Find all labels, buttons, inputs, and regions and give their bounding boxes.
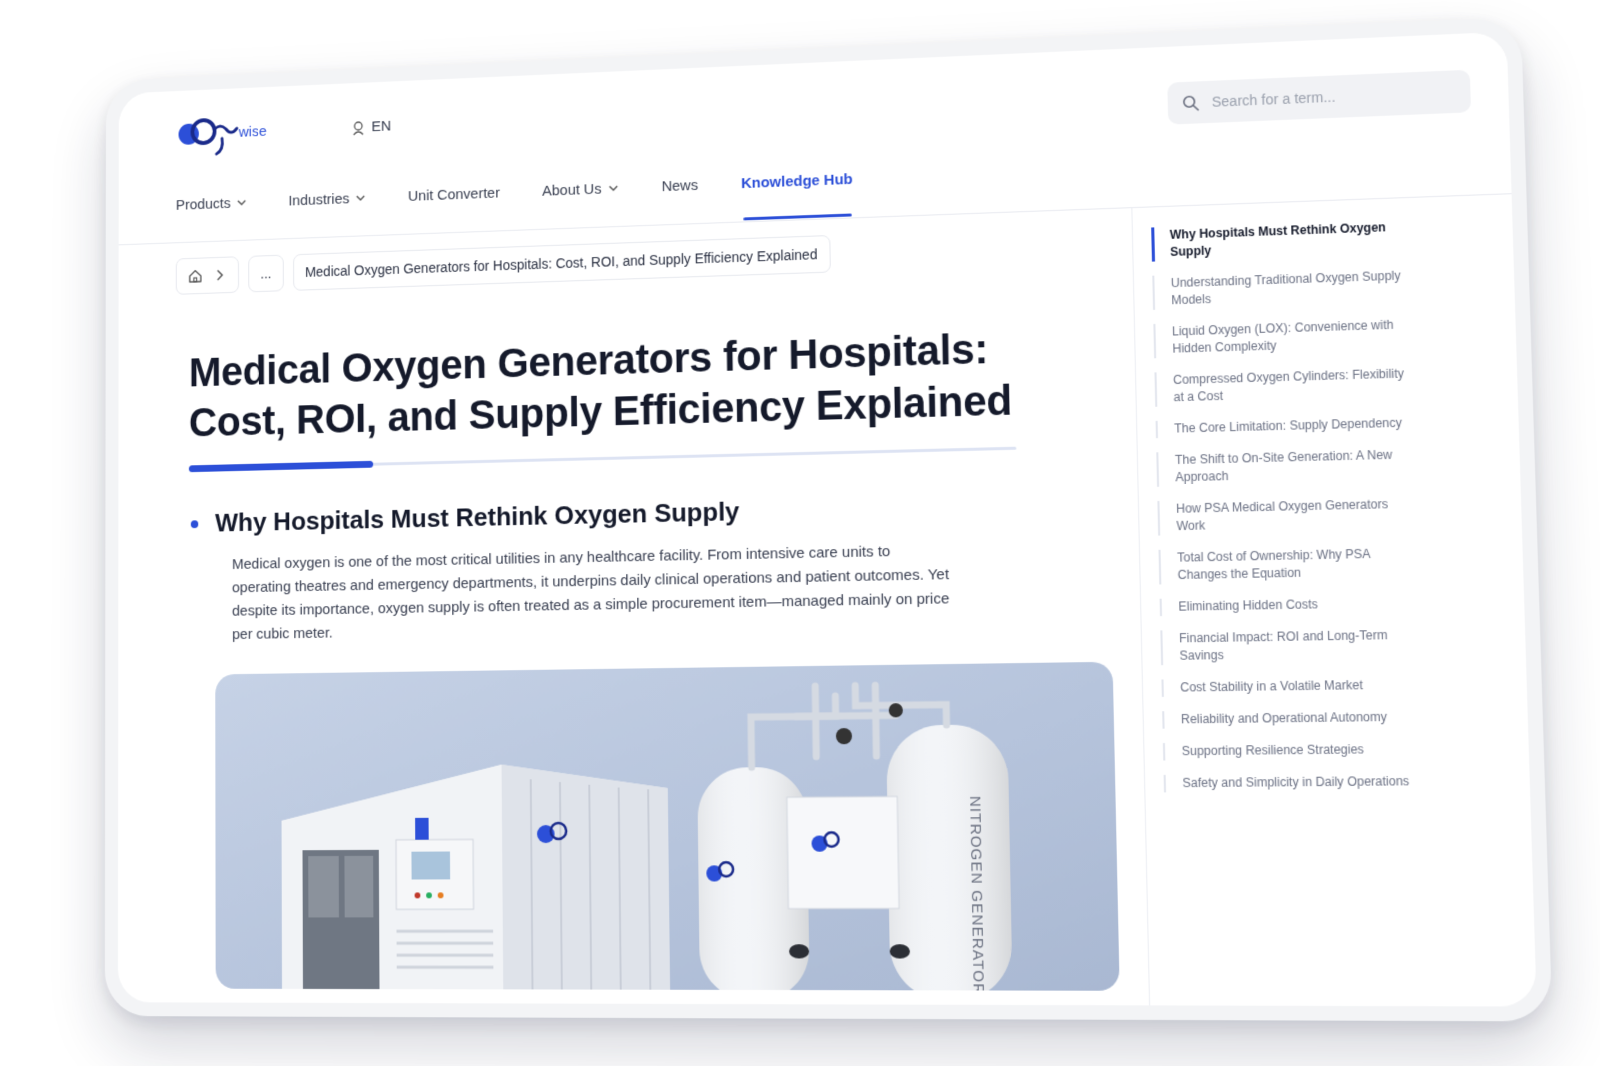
chevron-down-icon bbox=[236, 197, 247, 209]
toc-item[interactable]: How PSA Medical Oxygen Generators Work bbox=[1157, 495, 1419, 535]
section-paragraph: Medical oxygen is one of the most critic… bbox=[231, 543, 950, 643]
home-icon bbox=[188, 268, 203, 284]
nav-label: About Us bbox=[542, 180, 602, 200]
search-input[interactable] bbox=[1211, 84, 1441, 110]
toc-item[interactable]: Cost Stability in a Volatile Market bbox=[1161, 676, 1423, 697]
article-main: ... Medical Oxygen Generators for Hospit… bbox=[175, 225, 1124, 1006]
toc-item[interactable]: Understanding Traditional Oxygen Supply … bbox=[1152, 267, 1412, 310]
oxygen-generator-illustration: NITROGEN GENERATOR bbox=[281, 662, 1013, 991]
tablet-screen: wise EN Products Industries bbox=[117, 31, 1537, 1007]
toc-item[interactable]: Liquid Oxygen (LOX): Convenience with Hi… bbox=[1153, 316, 1413, 358]
toc-item[interactable]: Supporting Resilience Strategies bbox=[1163, 740, 1426, 760]
toc-item[interactable]: Reliability and Operational Autonomy bbox=[1162, 708, 1424, 728]
nav-item-industries[interactable]: Industries bbox=[288, 178, 366, 219]
hero-image: NITROGEN GENERATOR bbox=[215, 661, 1120, 991]
chevron-down-icon bbox=[355, 192, 366, 204]
nav-label: Knowledge Hub bbox=[740, 170, 853, 192]
nav-item-about-us[interactable]: About Us bbox=[542, 168, 619, 210]
page-title: Medical Oxygen Generators for Hospitals:… bbox=[189, 319, 1112, 448]
nav-item-products[interactable]: Products bbox=[176, 183, 248, 224]
toc-item[interactable]: The Shift to On-Site Generation: A New A… bbox=[1156, 446, 1417, 487]
toc-item[interactable]: Safety and Simplicity in Daily Operation… bbox=[1164, 773, 1427, 793]
nav-label: Industries bbox=[288, 190, 350, 209]
section-heading: Why Hospitals Must Rethink Oxygen Supply bbox=[190, 488, 1114, 539]
toc-item[interactable]: Why Hospitals Must Rethink Oxygen Supply bbox=[1151, 218, 1411, 261]
tablet-device: wise EN Products Industries bbox=[104, 16, 1553, 1022]
globe-icon bbox=[351, 119, 366, 135]
nav-item-unit-converter[interactable]: Unit Converter bbox=[408, 173, 500, 215]
nav-label: Unit Converter bbox=[407, 184, 501, 205]
nav-item-news[interactable]: News bbox=[661, 165, 698, 206]
language-selector[interactable]: EN bbox=[351, 118, 391, 136]
oxywise-logo[interactable]: wise bbox=[176, 109, 297, 160]
logo-text: wise bbox=[238, 124, 267, 141]
chevron-right-icon bbox=[212, 267, 227, 283]
toc-item[interactable]: The Core Limitation: Supply Dependency bbox=[1156, 414, 1417, 438]
main-nav: Products Industries Unit Converter About… bbox=[176, 157, 897, 224]
title-progress-fill bbox=[188, 460, 374, 473]
toc-item[interactable]: Financial Impact: ROI and Long-Term Savi… bbox=[1160, 626, 1422, 665]
breadcrumb-home[interactable] bbox=[175, 256, 239, 295]
breadcrumb-current: Medical Oxygen Generators for Hospitals:… bbox=[292, 235, 831, 291]
nav-label: Products bbox=[175, 194, 231, 214]
toc-item[interactable]: Eliminating Hidden Costs bbox=[1160, 594, 1422, 616]
nav-label: News bbox=[661, 176, 699, 195]
chevron-down-icon bbox=[607, 182, 619, 194]
toc-item[interactable]: Compressed Oxygen Cylinders: Flexibility… bbox=[1154, 365, 1415, 407]
bullet-icon bbox=[190, 519, 199, 528]
breadcrumb-ellipsis-label: ... bbox=[260, 265, 272, 282]
title-progress-rule bbox=[188, 446, 1017, 473]
tank-label: NITROGEN GENERATOR bbox=[966, 796, 986, 991]
stage: wise EN Products Industries bbox=[0, 0, 1600, 1066]
breadcrumb-ellipsis[interactable]: ... bbox=[248, 254, 284, 293]
toc-item[interactable]: Total Cost of Ownership: Why PSA Changes… bbox=[1158, 545, 1420, 585]
breadcrumb-current-label: Medical Oxygen Generators for Hospitals:… bbox=[305, 246, 818, 280]
section-title: Why Hospitals Must Rethink Oxygen Supply bbox=[215, 496, 740, 538]
search-icon bbox=[1182, 94, 1200, 112]
table-of-contents: Why Hospitals Must Rethink Oxygen Supply… bbox=[1131, 194, 1531, 1007]
language-label: EN bbox=[371, 117, 392, 136]
search-box[interactable] bbox=[1167, 69, 1472, 125]
nav-item-knowledge-hub[interactable]: Knowledge Hub bbox=[741, 159, 853, 203]
